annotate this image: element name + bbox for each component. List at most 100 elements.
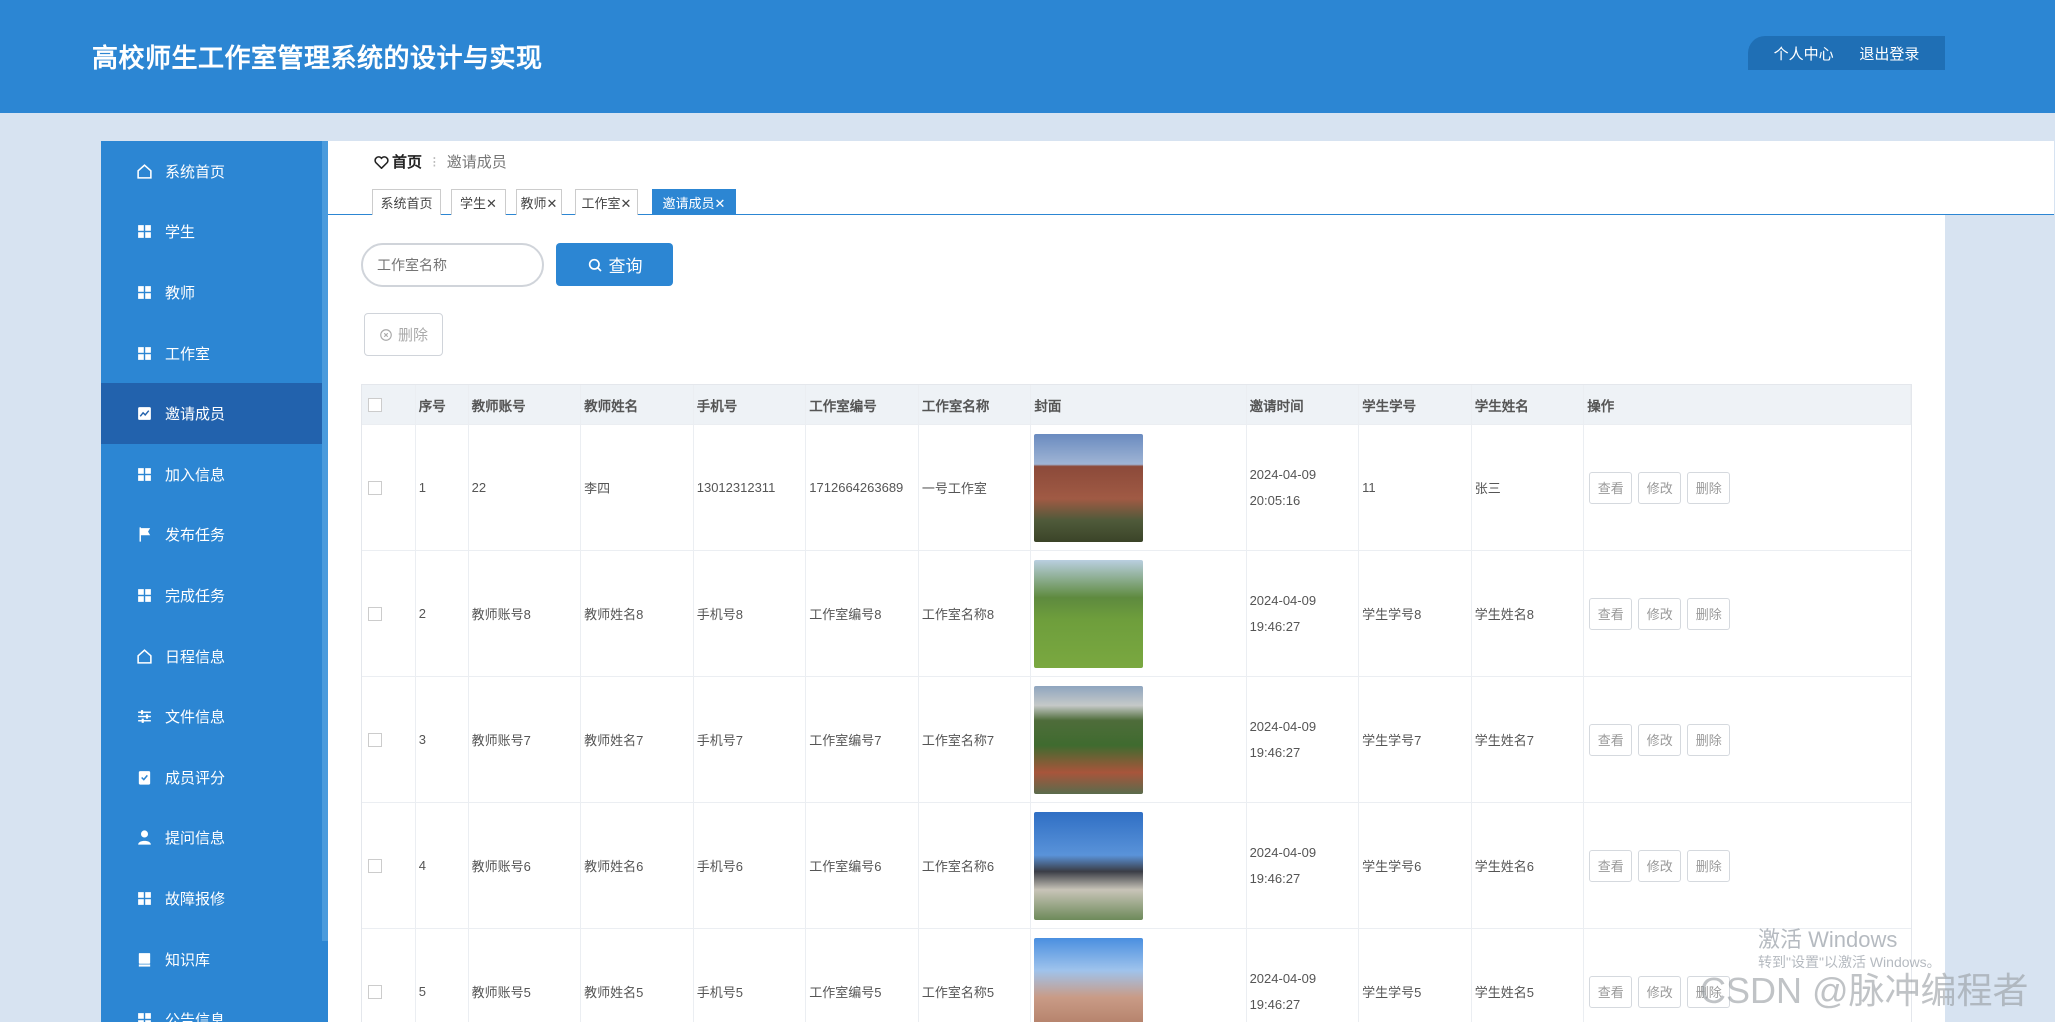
sidebar-item-label: 故障报修 [165,890,226,908]
view-button[interactable]: 查看 [1589,723,1633,756]
main-content: 首页 ⁝ 邀请成员 系统首页 学生✕ 教师✕ 工作室✕ 邀请成员✕ 查询 删除 … [328,141,2054,1022]
view-button[interactable]: 查看 [1589,597,1633,630]
delete-button[interactable]: 删除 [1687,471,1731,504]
sidebar-item-9[interactable]: 文件信息 [101,686,328,747]
csdn-watermark: CSDN @脉冲编程者 [1700,970,2029,1011]
sidebar-item-10[interactable]: 成员评分 [101,747,328,808]
sidebar-item-label: 日程信息 [165,648,226,666]
row-checkbox[interactable] [368,732,382,747]
cell-student-no: 学生学号8 [1359,551,1472,676]
cell-student-name: 学生姓名5 [1472,929,1585,1022]
select-all-checkbox[interactable] [368,397,382,412]
sidebar-item-label: 邀请成员 [165,406,226,424]
breadcrumb-home[interactable]: 首页 [374,151,422,172]
grid-icon [135,586,153,604]
cell-actions: 查看 修改 删除 [1584,551,1911,676]
delete-button[interactable]: 删除 [1687,723,1731,756]
cell-cover [1031,425,1247,550]
column-header[interactable]: 工作室编号 [806,385,919,424]
edit-button[interactable]: 修改 [1638,849,1682,882]
sidebar-item-11[interactable]: 提问信息 [101,808,328,869]
sidebar-item-label: 学生 [165,224,196,242]
cell-phone: 13012312311 [694,425,807,550]
batch-delete-button[interactable]: 删除 [364,313,443,356]
sidebar-item-12[interactable]: 故障报修 [101,868,328,929]
sidebar-item-5[interactable]: 加入信息 [101,444,328,505]
edit-button[interactable]: 修改 [1638,597,1682,630]
row-checkbox[interactable] [368,480,382,495]
sidebar-item-label: 文件信息 [165,709,226,727]
table-row[interactable]: 3 教师账号7 教师姓名7 手机号7 工作室编号7 工作室名称7 2024-04-09 19… [362,677,1911,803]
view-button[interactable]: 查看 [1589,471,1633,504]
edit-button[interactable]: 修改 [1638,975,1682,1008]
breadcrumb: 首页 ⁝ 邀请成员 [374,151,507,172]
column-header[interactable]: 手机号 [694,385,807,424]
sidebar-item-13[interactable]: 知识库 [101,929,328,990]
logout-link[interactable]: 退出登录 [1859,43,1919,64]
view-button[interactable]: 查看 [1589,849,1633,882]
sidebar-item-6[interactable]: 发布任务 [101,505,328,566]
studio-name-search-input[interactable] [361,243,544,287]
column-header[interactable]: 邀请时间 [1247,385,1360,424]
tab-student[interactable]: 学生✕ [451,189,506,215]
row-checkbox[interactable] [368,984,382,999]
table-row[interactable]: 5 教师账号5 教师姓名5 手机号5 工作室编号5 工作室名称5 2024-04-09 19… [362,929,1911,1022]
sidebar-item-14[interactable]: 公告信息 [101,989,328,1022]
sidebar-item-3[interactable]: 工作室 [101,323,328,384]
row-select-cell [362,551,416,676]
cell-teacher-name: 教师姓名5 [581,929,694,1022]
grid-icon [135,223,153,241]
book-icon [135,950,153,968]
cell-actions: 查看 修改 删除 [1584,677,1911,802]
delete-button[interactable]: 删除 [1687,597,1731,630]
sidebar-item-0[interactable]: 系统首页 [101,141,328,202]
table-row[interactable]: 4 教师账号6 教师姓名6 手机号6 工作室编号6 工作室名称6 2024-04-09 19… [362,803,1911,929]
tab-studio[interactable]: 工作室✕ [575,189,638,215]
edit-button[interactable]: 修改 [1638,723,1682,756]
cell-teacher-account: 教师账号5 [469,929,582,1022]
cell-student-name: 学生姓名8 [1472,551,1585,676]
cell-actions: 查看 修改 删除 [1584,425,1911,550]
cell-studio-no: 工作室编号8 [806,551,919,676]
cell-cover [1031,929,1247,1022]
sidebar-item-2[interactable]: 教师 [101,262,328,323]
table-row[interactable]: 1 22 李四 13012312311 1712664263689 一号工作室 2024-0… [362,425,1911,551]
column-header[interactable]: 操作 [1584,385,1911,424]
sidebar-item-label: 教师 [165,284,196,302]
cell-phone: 手机号7 [694,677,807,802]
row-checkbox[interactable] [368,606,382,621]
tab-teacher[interactable]: 教师✕ [516,189,562,215]
sidebar-item-4[interactable]: 邀请成员 [101,383,328,444]
windows-activation-title: 激活 Windows [1758,927,1898,952]
delete-button[interactable]: 删除 [1687,849,1731,882]
column-header[interactable]: 序号 [416,385,469,424]
cell-teacher-name: 李四 [581,425,694,550]
cell-phone: 手机号5 [694,929,807,1022]
edit-button[interactable]: 修改 [1638,471,1682,504]
cell-teacher-name: 教师姓名7 [581,677,694,802]
column-header[interactable]: 工作室名称 [919,385,1032,424]
flag-icon [135,526,153,544]
sidebar: 系统首页学生教师工作室邀请成员加入信息 发布任务 完成任务日程信息文件信息成员评分提… [101,141,328,1022]
search-button[interactable]: 查询 [556,243,673,286]
view-button[interactable]: 查看 [1589,975,1633,1008]
cell-invite-time: 2024-04-09 19:46:27 [1247,929,1360,1022]
tab-invite-members[interactable]: 邀请成员✕ [652,189,736,215]
column-header[interactable]: 教师账号 [469,385,582,424]
sidebar-item-8[interactable]: 日程信息 [101,626,328,687]
tab-home[interactable]: 系统首页 [372,189,441,215]
column-header[interactable]: 学生姓名 [1472,385,1585,424]
profile-link[interactable]: 个人中心 [1774,43,1834,64]
column-header[interactable]: 教师姓名 [581,385,694,424]
sidebar-item-7[interactable]: 完成任务 [101,565,328,626]
cell-teacher-account: 22 [469,425,582,550]
grid-icon [135,344,153,362]
column-header[interactable]: 封面 [1031,385,1247,424]
invite-members-table: 序号 教师账号 教师姓名 手机号 工作室编号 工作室名称 封面 邀请时间 学生学号 学生姓名 操作 1… [361,384,1912,1022]
sidebar-item-label: 知识库 [165,951,211,969]
sidebar-item-1[interactable]: 学生 [101,202,328,263]
row-checkbox[interactable] [368,858,382,873]
table-row[interactable]: 2 教师账号8 教师姓名8 手机号8 工作室编号8 工作室名称8 2024-04-09 19… [362,551,1911,677]
column-header[interactable]: 学生学号 [1359,385,1472,424]
cell-student-no: 学生学号5 [1359,929,1472,1022]
